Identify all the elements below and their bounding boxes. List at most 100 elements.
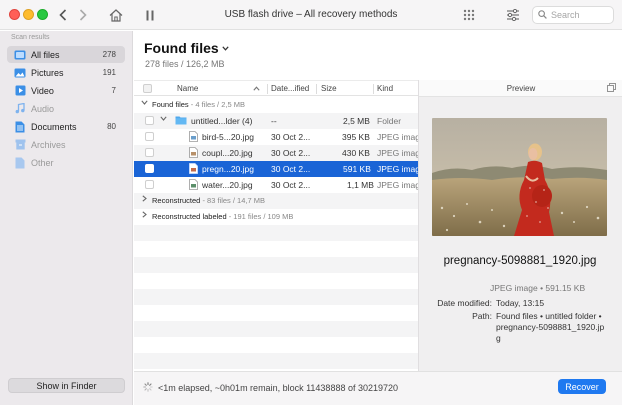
pictures-icon	[14, 67, 26, 79]
preview-file-name: pregnancy-5098881_1920.jpg	[443, 255, 597, 267]
select-all-checkbox[interactable]	[143, 84, 152, 93]
column-divider	[373, 84, 374, 94]
sidebar-item-label: Video	[31, 85, 54, 96]
row-checkbox[interactable]	[145, 164, 154, 173]
app-window: USB flash drive – All recovery methods S…	[0, 0, 622, 405]
path-value-line: pregnancy-5098881_1920.jp	[496, 322, 605, 332]
row-checkbox[interactable]	[145, 180, 154, 189]
file-kind: JPEG imag	[377, 180, 420, 190]
file-name: untitled...lder (4)	[191, 116, 253, 126]
column-date-modified[interactable]: Date...ified	[271, 84, 309, 93]
folder-icon	[175, 115, 187, 127]
group-row[interactable]: Found files - 4 files / 2,5 MB	[134, 97, 418, 113]
table-row[interactable]: water...20.jpg 30 Oct 2... 1,1 MB JPEG i…	[134, 177, 420, 193]
archives-icon	[14, 139, 26, 151]
table-row-selected[interactable]: pregn...20.jpg 30 Oct 2... 591 KB JPEG i…	[134, 161, 420, 177]
search-field[interactable]	[532, 6, 614, 24]
back-chevron-icon[interactable]	[56, 7, 70, 23]
zoom-window-button[interactable]	[37, 9, 48, 20]
sidebar-item-other[interactable]: Other	[7, 154, 125, 171]
date-modified-value: Today, 13:15	[496, 298, 545, 308]
sidebar-item-label: Audio	[31, 103, 55, 114]
page-title[interactable]: Found files	[144, 40, 229, 56]
sidebar-item-label: Pictures	[31, 67, 64, 78]
preview-image	[432, 118, 607, 236]
path-value-line: Found files • untitled folder •	[496, 311, 602, 321]
column-divider	[316, 84, 317, 94]
disclosure-open-icon[interactable]	[141, 99, 148, 108]
sidebar-item-documents[interactable]: Documents 80	[7, 118, 125, 135]
file-date: --	[271, 116, 277, 126]
sort-ascending-icon[interactable]	[253, 84, 260, 93]
file-date: 30 Oct 2...	[271, 180, 311, 190]
pause-icon[interactable]	[144, 7, 156, 23]
page-subtitle: 278 files / 126,2 MB	[145, 59, 225, 69]
disclosure-closed-icon[interactable]	[141, 211, 148, 220]
sidebar-item-count: 80	[107, 122, 116, 131]
sidebar-item-count: 191	[102, 68, 116, 77]
file-size: 591 KB	[343, 164, 371, 174]
empty-row	[134, 257, 418, 273]
file-size: 395 KB	[342, 132, 370, 142]
search-icon	[538, 9, 547, 21]
sidebar: Scan results All files 278 Pictures 191 …	[0, 31, 133, 405]
view-grid-icon[interactable]	[462, 7, 476, 23]
file-date: 30 Oct 2...	[271, 132, 311, 142]
show-in-finder-button[interactable]: Show in Finder	[8, 378, 125, 393]
file-kind: Folder	[377, 116, 402, 126]
file-kind: JPEG imag	[377, 132, 420, 142]
scan-progress-text: <1m elapsed, ~0h01m remain, block 114388…	[158, 383, 399, 393]
empty-row	[134, 225, 418, 241]
disclosure-closed-icon[interactable]	[141, 195, 148, 204]
sidebar-item-audio[interactable]: Audio	[7, 100, 125, 117]
sidebar-item-archives[interactable]: Archives	[7, 136, 125, 153]
group-row[interactable]: Reconstructed labeled - 191 files / 109 …	[134, 209, 418, 225]
group-name: Reconstructed	[152, 196, 201, 205]
column-name[interactable]: Name	[177, 84, 198, 93]
recover-button[interactable]: Recover	[558, 379, 606, 394]
preview-kind-size: JPEG image • 591.15 KB	[490, 283, 586, 293]
file-size: 2,5 MB	[343, 116, 370, 126]
copy-icon[interactable]	[607, 83, 616, 94]
row-checkbox[interactable]	[145, 148, 154, 157]
sidebar-item-label: Documents	[31, 121, 77, 132]
sidebar-item-video[interactable]: Video 7	[7, 82, 125, 99]
empty-row	[134, 321, 418, 337]
disclosure-open-icon[interactable]	[160, 115, 167, 124]
close-window-button[interactable]	[9, 9, 20, 20]
column-divider	[267, 84, 268, 94]
group-name: Reconstructed labeled	[152, 212, 227, 221]
group-meta: - 83 files / 14,7 MB	[200, 196, 265, 205]
sidebar-item-all-files[interactable]: All files 278	[7, 46, 125, 63]
column-kind[interactable]: Kind	[377, 84, 393, 93]
file-name: coupl...20.jpg	[202, 148, 253, 158]
status-bar: <1m elapsed, ~0h01m remain, block 114388…	[134, 371, 622, 405]
other-icon	[14, 157, 26, 169]
table-row[interactable]: coupl...20.jpg 30 Oct 2... 430 KB JPEG i…	[134, 145, 420, 161]
filter-sliders-icon[interactable]	[505, 7, 521, 23]
column-size[interactable]: Size	[321, 84, 337, 93]
chevron-down-icon	[222, 44, 229, 53]
column-header: Name Date...ified Size Kind	[134, 80, 418, 96]
group-name: Found files	[152, 100, 189, 109]
group-label: Reconstructed labeled - 191 files / 109 …	[152, 212, 293, 221]
table-row[interactable]: bird-5...20.jpg 30 Oct 2... 395 KB JPEG …	[134, 129, 420, 145]
group-row[interactable]: Reconstructed - 83 files / 14,7 MB	[134, 193, 418, 209]
group-label: Reconstructed - 83 files / 14,7 MB	[152, 196, 265, 205]
row-checkbox[interactable]	[145, 132, 154, 141]
video-icon	[14, 85, 26, 97]
row-checkbox[interactable]	[145, 116, 154, 125]
forward-chevron-icon[interactable]	[76, 7, 90, 23]
sidebar-item-pictures[interactable]: Pictures 191	[7, 64, 125, 81]
empty-row	[134, 353, 418, 369]
minimize-window-button[interactable]	[23, 9, 34, 20]
all-files-icon	[14, 49, 26, 61]
home-icon[interactable]	[108, 7, 124, 23]
file-size: 1,1 MB	[347, 180, 374, 190]
file-name: bird-5...20.jpg	[202, 132, 254, 142]
file-date: 30 Oct 2...	[271, 148, 311, 158]
search-input[interactable]	[551, 10, 609, 20]
sidebar-item-label: All files	[31, 49, 60, 60]
table-row-folder[interactable]: untitled...lder (4) -- 2,5 MB Folder	[134, 113, 418, 129]
window-title: USB flash drive – All recovery methods	[224, 9, 398, 20]
